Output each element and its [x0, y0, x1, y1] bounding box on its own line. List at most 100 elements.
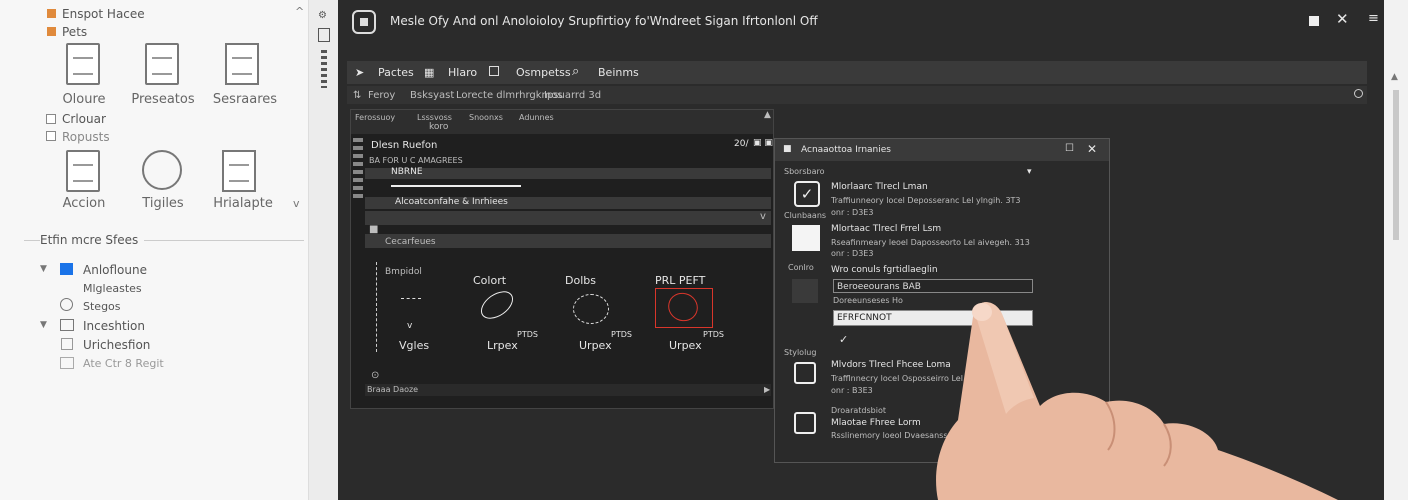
left-panel: Enspot Hacee Pets ^ Oloure Preseatos Ses…	[0, 0, 308, 500]
edit-pencil-icon[interactable]	[225, 43, 259, 85]
document-icon[interactable]	[66, 150, 100, 192]
toolbar-item-4[interactable]: Beinms	[598, 66, 639, 79]
path-item-4[interactable]: Ipsuarrd 3d	[544, 90, 601, 101]
tag-1: PTDS	[517, 330, 538, 339]
dashed-guide	[376, 262, 377, 352]
path-item-1[interactable]: Feroy	[368, 90, 395, 101]
icon-label-2[interactable]: Preseatos	[118, 92, 208, 107]
chevron-down-icon[interactable]: v	[760, 211, 766, 222]
tree-item-4[interactable]: Inceshtion	[83, 319, 145, 333]
cursor-icon[interactable]: ➤	[355, 66, 364, 79]
dialog-title: Acnaaottoa Irnanies	[801, 145, 891, 155]
icon-label-4[interactable]: Accion	[39, 196, 129, 211]
tab-3[interactable]: Snoonxs	[469, 113, 503, 122]
play-icon[interactable]: ▶	[764, 385, 770, 394]
tree-item-6[interactable]: Ate Ctr 8 Regit	[83, 357, 164, 370]
maximize-icon[interactable]: ☐	[1065, 143, 1074, 154]
shape-label-1: Bmpidol	[385, 267, 422, 277]
icon-label-5[interactable]: Tigiles	[118, 196, 208, 211]
selection-box[interactable]	[655, 287, 713, 328]
checkbox[interactable]	[46, 114, 56, 124]
settings-icon[interactable]: ⚙	[318, 10, 327, 21]
close-icon[interactable]: ✕	[1336, 10, 1349, 28]
expand-icon[interactable]: ▼	[40, 264, 47, 274]
ellipse-shape[interactable]	[475, 285, 519, 325]
tab-bar	[351, 110, 773, 134]
dialog-icon: ■	[783, 144, 792, 154]
presentation-icon[interactable]	[145, 43, 179, 85]
dashed-circle-shape[interactable]	[573, 294, 609, 324]
tree-item-5[interactable]: Urichesfion	[83, 338, 150, 352]
tree-item-2[interactable]: Mlgleastes	[83, 282, 142, 295]
row-2-label: Alcoatconfahe & Inrhiees	[395, 197, 508, 207]
edit-pencil-icon[interactable]	[222, 150, 256, 192]
tree-item-3[interactable]: Stegos	[83, 300, 121, 313]
grid-icon[interactable]: ▦	[424, 66, 434, 79]
icon-label-3[interactable]: Sesraares	[200, 92, 290, 107]
square-icon[interactable]	[489, 66, 499, 76]
editor-subtitle: BA FOR U C AMAGREES	[369, 156, 463, 165]
checkbox-checked-icon[interactable]: ✓	[794, 181, 820, 207]
chevron-down-icon[interactable]: v	[293, 197, 300, 210]
color-swatch[interactable]	[792, 225, 820, 251]
scroll-up-icon[interactable]: ▲	[1391, 72, 1398, 82]
square-icon[interactable]	[794, 362, 816, 384]
toolbar-item-2[interactable]: Hlaro	[448, 66, 477, 79]
row-3	[365, 211, 771, 225]
divider	[391, 185, 521, 187]
entry-extra: onr : D3E3	[831, 208, 874, 217]
left-item-2[interactable]: Pets	[62, 25, 87, 39]
page-icon[interactable]	[318, 28, 330, 42]
editor-title: Dlesn Ruefon	[371, 140, 438, 151]
toolbar	[347, 61, 1367, 84]
label-3: Urpex	[579, 339, 612, 352]
dropdown-icon[interactable]: ▾	[1027, 167, 1032, 177]
shape-label-4: PRL PEFT	[655, 274, 706, 287]
folder-icon	[60, 263, 73, 275]
vertical-scrollbar[interactable]: ▲	[1384, 0, 1408, 500]
maximize-icon[interactable]	[1309, 16, 1319, 26]
shape-label-2: Colort	[473, 274, 507, 287]
checkbox[interactable]	[46, 131, 56, 141]
entry-extra: onr : B3E3	[831, 386, 873, 395]
icon-label-6[interactable]: Hrialapte	[198, 196, 288, 211]
entry-desc: Traffiunneory locel Deposseranc Lel ylng…	[831, 196, 1021, 205]
shape-label-3: Dolbs	[565, 274, 596, 287]
arrow-shape[interactable]	[401, 298, 421, 306]
clock-icon[interactable]	[142, 150, 182, 190]
close-icon[interactable]: ✕	[1087, 142, 1097, 156]
copy-icon[interactable]: ▣ ▣	[753, 138, 773, 148]
square-icon[interactable]	[794, 412, 816, 434]
chevron-icon: v	[407, 321, 413, 331]
path-item-2[interactable]: Bsksyast	[410, 90, 454, 101]
scroll-thumb[interactable]	[1393, 90, 1399, 240]
gear-icon[interactable]: ⊙	[371, 370, 379, 381]
sort-icon[interactable]: ⇅	[353, 90, 361, 101]
tree-item-1[interactable]: Anlofloune	[83, 263, 147, 277]
menu-icon[interactable]: ≡	[1368, 11, 1379, 26]
chevron-up-icon[interactable]: ▲	[764, 110, 771, 120]
label-2: Lrpex	[487, 339, 518, 352]
left-item-1[interactable]: Enspot Hacee	[62, 7, 145, 21]
toolbar-item-1[interactable]: Pactes	[378, 66, 414, 79]
frame-icon	[60, 319, 74, 331]
tab-4[interactable]: Adunnes	[519, 113, 554, 122]
swatch-dark[interactable]	[792, 279, 818, 303]
expand-icon[interactable]: ▼	[40, 320, 47, 330]
check-icon[interactable]: ✓	[839, 333, 848, 346]
document-icon[interactable]	[66, 43, 100, 85]
icon-label-1[interactable]: Oloure	[39, 92, 129, 107]
chevron-up-icon[interactable]: ^	[295, 5, 304, 18]
search-icon[interactable]: ⌕	[572, 64, 579, 79]
left-label-3: Stylolug	[784, 348, 817, 357]
entry-title: Mlorlaarc Tlrecl Lman	[831, 182, 928, 192]
tab-2[interactable]: Lsssvoss	[417, 113, 452, 122]
tab-1[interactable]: Ferossuoy	[355, 113, 395, 122]
field-label: Wro conuls fgrtidlaeglin	[831, 265, 938, 275]
status-circle-icon[interactable]	[1354, 89, 1363, 98]
tag-3: PTDS	[703, 330, 724, 339]
app-window: Mesle Ofy And onl Anoloioloy Srupfirtioy…	[338, 0, 1384, 500]
entry-extra: onr : D3E3	[831, 249, 874, 258]
square-icon	[61, 338, 73, 350]
toolbar-item-3[interactable]: Osmpetss	[516, 66, 571, 79]
